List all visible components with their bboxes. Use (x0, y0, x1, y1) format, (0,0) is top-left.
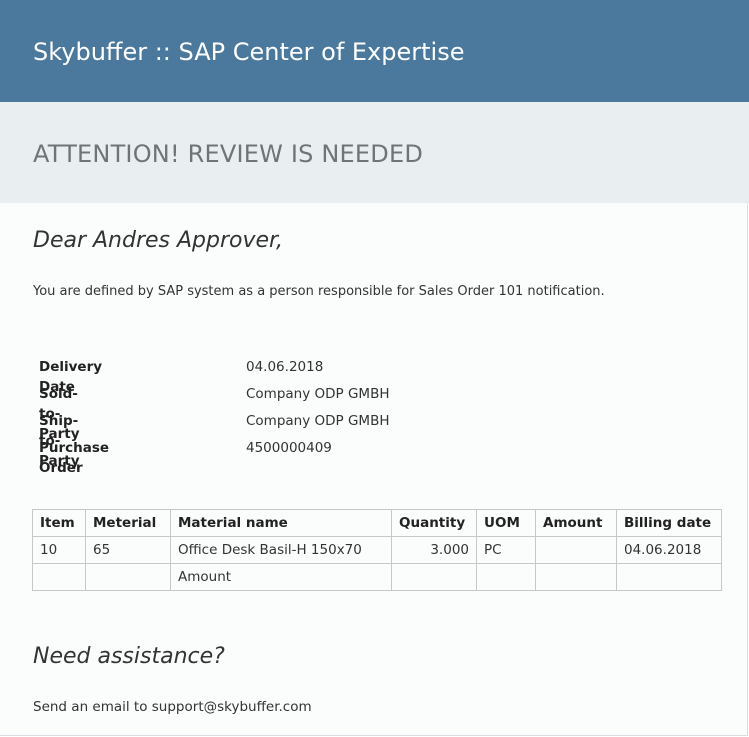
assistance-text[interactable]: Send an email to support@skybuffer.com (33, 698, 312, 716)
table-row: Amount (32, 563, 722, 591)
cell-uom (476, 563, 536, 591)
column-header-item: Item (32, 509, 86, 537)
cell-quantity (391, 563, 477, 591)
cell-amount (535, 563, 617, 591)
table-header-row: Item Meterial Material name Quantity UOM… (32, 509, 722, 537)
cell-uom: PC (476, 536, 536, 564)
column-header-material-name: Material name (170, 509, 392, 537)
cell-quantity: 3.000 (391, 536, 477, 564)
cell-amount (535, 536, 617, 564)
cell-material (85, 563, 171, 591)
assistance-title: Need assistance? (33, 644, 225, 669)
detail-value: Company ODP GMBH (246, 413, 390, 429)
header-title: Skybuffer :: SAP Center of Expertise (33, 38, 465, 66)
column-header-billing-date: Billing date (616, 509, 722, 537)
cell-material-name: Office Desk Basil-H 150x70 (170, 536, 392, 564)
detail-value: 4500000409 (246, 440, 332, 456)
cell-item: 10 (32, 536, 86, 564)
intro-text: You are defined by SAP system as a perso… (33, 284, 605, 299)
greeting: Dear Andres Approver, (33, 228, 284, 253)
email-body: Skybuffer :: SAP Center of Expertise ATT… (0, 0, 749, 736)
attention-title: ATTENTION! REVIEW IS NEEDED (33, 140, 424, 168)
column-header-uom: UOM (476, 509, 536, 537)
cell-billing-date: 04.06.2018 (616, 536, 722, 564)
cell-billing-date (616, 563, 722, 591)
detail-value: 04.06.2018 (246, 359, 324, 375)
column-header-material: Meterial (85, 509, 171, 537)
items-table: Item Meterial Material name Quantity UOM… (32, 509, 722, 591)
cell-material-name: Amount (170, 563, 392, 591)
column-header-quantity: Quantity (391, 509, 477, 537)
detail-label: Purchase Order (39, 440, 110, 476)
table-row: 10 65 Office Desk Basil-H 150x70 3.000 P… (32, 536, 722, 564)
cell-item (32, 563, 86, 591)
detail-value: Company ODP GMBH (246, 386, 390, 402)
cell-material: 65 (85, 536, 171, 564)
column-header-amount: Amount (535, 509, 617, 537)
